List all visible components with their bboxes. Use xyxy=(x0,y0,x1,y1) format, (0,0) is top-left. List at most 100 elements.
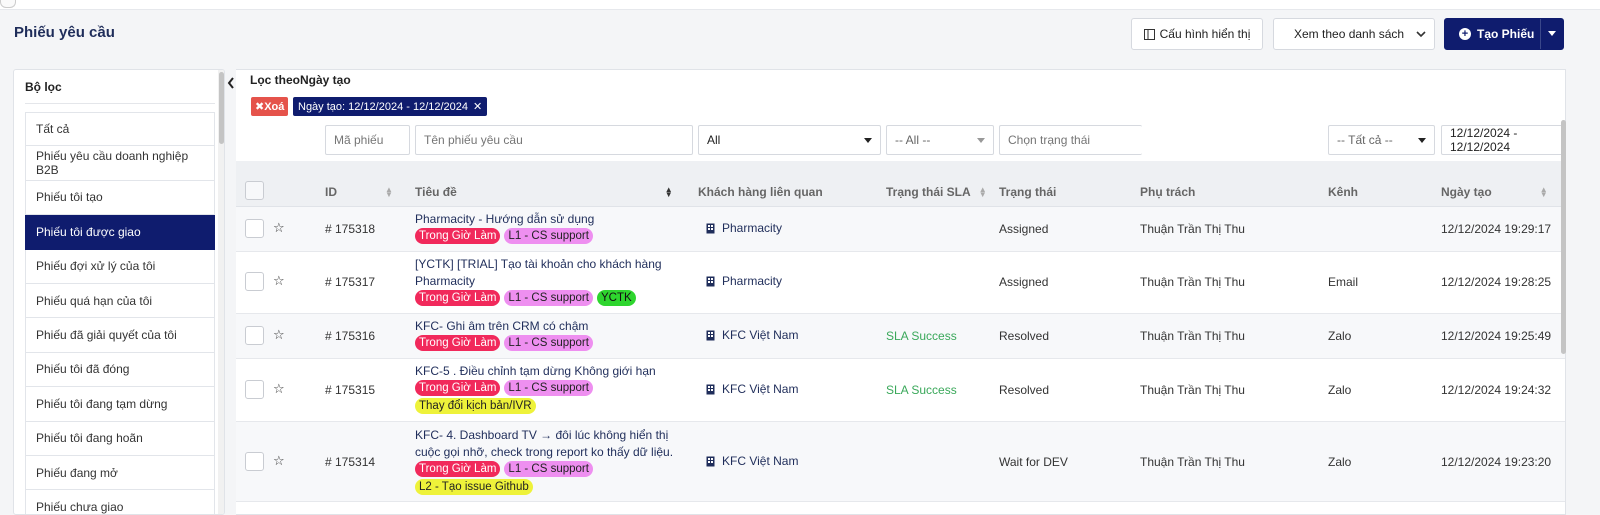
sort-icon[interactable]: ▲ ▼ xyxy=(1540,186,1548,199)
tag-badge: Trong Giờ Làm xyxy=(415,461,501,477)
row-checkbox[interactable] xyxy=(245,326,264,345)
customer-name: KFC Việt Nam xyxy=(722,382,799,396)
table-scrollbar-thumb[interactable] xyxy=(1561,120,1566,354)
sidebar-item-created-by-me[interactable]: Phiếu tôi tạo xyxy=(25,180,215,216)
ticket-id: # 175316 xyxy=(325,329,376,343)
window-corner xyxy=(0,0,16,8)
sidebar-item-paused[interactable]: Phiếu tôi đang tạm dừng xyxy=(25,387,215,422)
tag-badge: L1 - CS support xyxy=(504,228,593,244)
date-range-filter[interactable]: 12/12/2024 - 12/12/2024 xyxy=(1441,125,1565,155)
column-header-created[interactable]: Ngày tạo ▲ ▼ xyxy=(1441,185,1548,199)
ticket-id: # 175315 xyxy=(325,383,376,397)
table-row[interactable]: ☆ # 175317 [YCTK] [TRIAL] Tạo tài khoản … xyxy=(236,252,1565,314)
tag-badge: Trong Giờ Làm xyxy=(415,228,501,244)
table-header: ID ▲ ▼ Tiêu đề ▲ ▼ Khách hàng liên quan Trạn… xyxy=(236,161,1565,207)
page-title: Phiếu yêu cầu xyxy=(14,24,115,41)
sort-icon[interactable]: ▲ ▼ xyxy=(979,186,987,199)
tag-badge: L1 - CS support xyxy=(504,335,593,351)
ticket-tags: Trong Giờ Làm L1 - CS support L2 - Tạo i… xyxy=(415,461,615,495)
ticket-title-link[interactable]: [YCTK] [TRIAL] Tạo tài khoản cho khách h… xyxy=(415,256,695,290)
sidebar-item-resolved[interactable]: Phiếu đã giải quyết của tôi xyxy=(25,318,215,353)
tag-badge: L1 - CS support xyxy=(504,461,593,477)
date-range-value: 12/12/2024 - 12/12/2024 xyxy=(1450,126,1518,154)
ticket-title-filter[interactable] xyxy=(415,125,693,155)
ticket-channel: Zalo xyxy=(1328,383,1352,397)
ticket-assignee: Thuận Trần Thị Thu xyxy=(1140,329,1245,343)
ticket-title-link[interactable]: Pharmacity - Hướng dẫn sử dụng xyxy=(415,211,695,228)
sla-status: SLA Success xyxy=(886,329,957,343)
channel-filter-select[interactable]: -- Tất cả -- xyxy=(1328,125,1435,155)
table-row[interactable]: ☆ # 175316 KFC- Ghi âm trên CRM có chậm … xyxy=(236,314,1565,359)
column-header-title[interactable]: Tiêu đề ▲ ▼ xyxy=(415,185,673,199)
sidebar-item-closed[interactable]: Phiếu tôi đã đóng xyxy=(25,352,215,388)
ticket-title-cell: KFC-5 . Điều chỉnh tạm dừng Không giới h… xyxy=(415,363,695,414)
column-header-sla[interactable]: Trạng thái SLA ▲ ▼ xyxy=(886,185,987,199)
view-mode-select[interactable]: Xem theo danh sách xyxy=(1273,18,1435,50)
star-icon[interactable]: ☆ xyxy=(273,273,285,289)
table-row[interactable]: ☆ # 175315 KFC-5 . Điều chỉnh tạm dừng K… xyxy=(236,359,1565,422)
sidebar-item-pending[interactable]: Phiếu đợi xử lý của tôi xyxy=(25,249,215,284)
ticket-status: Resolved xyxy=(999,383,1050,397)
sidebar-item-assigned-to-me[interactable]: Phiếu tôi được giao xyxy=(25,215,215,250)
customer-link[interactable]: KFC Việt Nam xyxy=(706,454,798,468)
tag-badge: L1 - CS support xyxy=(504,290,593,306)
dropdown-caret-icon xyxy=(977,137,985,143)
sidebar-item-b2b[interactable]: Phiếu yêu cầu doanh nghiệp B2B xyxy=(25,146,215,181)
ticket-created-date: 12/12/2024 19:28:25 xyxy=(1441,275,1552,289)
ticket-tags: Trong Giờ Làm L1 - CS support Thay đổi k… xyxy=(415,380,615,414)
sla-filter-select[interactable]: -- All -- xyxy=(886,125,994,155)
close-icon: ✖ xyxy=(255,101,265,113)
chevron-down-icon xyxy=(1416,30,1426,37)
sidebar-item-all[interactable]: Tất cả xyxy=(25,112,215,147)
filter-by-prefix: Lọc theo xyxy=(250,73,300,87)
star-icon[interactable]: ☆ xyxy=(273,220,285,236)
tag-badge: Thay đổi kịch bản/IVR xyxy=(415,398,536,414)
sidebar-scrollbar-thumb[interactable] xyxy=(219,72,224,144)
select-all-checkbox[interactable] xyxy=(245,181,264,200)
display-config-button[interactable]: Cấu hình hiển thị xyxy=(1131,18,1263,50)
sla-status: SLA Success xyxy=(886,383,957,397)
create-ticket-button[interactable]: + Tạo Phiếu xyxy=(1444,18,1564,50)
customer-link[interactable]: Pharmacity xyxy=(706,221,782,235)
ticket-channel: Zalo xyxy=(1328,329,1352,343)
ticket-assignee: Thuận Trần Thị Thu xyxy=(1140,275,1245,289)
row-checkbox[interactable] xyxy=(245,219,264,238)
ticket-title-link[interactable]: KFC- 4. Dashboard TV → đôi lúc không hiể… xyxy=(415,427,695,461)
sidebar-item-unassigned[interactable]: Phiếu chưa giao xyxy=(25,490,215,514)
ticket-title-link[interactable]: KFC-5 . Điều chỉnh tạm dừng Không giới h… xyxy=(415,363,695,380)
star-icon[interactable]: ☆ xyxy=(273,453,285,469)
customer-link[interactable]: Pharmacity xyxy=(706,274,782,288)
column-header-id[interactable]: ID ▲ ▼ xyxy=(325,185,393,199)
sidebar-item-overdue[interactable]: Phiếu quá hạn của tôi xyxy=(25,283,215,319)
customer-name: Pharmacity xyxy=(722,274,783,288)
table-row[interactable]: ☆ # 175314 KFC- 4. Dashboard TV → đôi lú… xyxy=(236,422,1565,502)
star-icon[interactable]: ☆ xyxy=(273,327,285,343)
ticket-created-date: 12/12/2024 19:25:49 xyxy=(1441,329,1552,343)
customer-link[interactable]: KFC Việt Nam xyxy=(706,382,798,396)
ticket-id: # 175318 xyxy=(325,222,376,236)
column-status-label: Trạng thái xyxy=(999,185,1057,199)
ticket-channel: Email xyxy=(1328,275,1359,289)
sidebar-item-open[interactable]: Phiếu đang mở xyxy=(25,455,215,491)
dropdown-caret-icon[interactable] xyxy=(1548,31,1556,36)
row-checkbox[interactable] xyxy=(245,380,264,399)
table-row[interactable]: ☆ # 175318 Pharmacity - Hướng dẫn sử dụn… xyxy=(236,207,1565,252)
customer-filter-select[interactable]: All xyxy=(698,125,881,155)
dropdown-caret-icon xyxy=(864,137,872,143)
sort-icon[interactable]: ▲ ▼ xyxy=(385,186,393,199)
sidebar-item-deferred[interactable]: Phiếu tôi đang hoãn xyxy=(25,421,215,456)
row-checkbox[interactable] xyxy=(245,272,264,291)
ticket-title-link[interactable]: KFC- Ghi âm trên CRM có chậm xyxy=(415,318,695,335)
tag-badge: Trong Giờ Làm xyxy=(415,380,501,396)
column-header-assignee: Phụ trách xyxy=(1140,185,1195,199)
remove-filter-icon[interactable]: ✕ xyxy=(473,100,482,113)
building-icon xyxy=(706,276,715,286)
ticket-id-filter[interactable] xyxy=(325,125,410,155)
star-icon[interactable]: ☆ xyxy=(273,381,285,397)
status-filter[interactable] xyxy=(999,125,1142,155)
customer-link[interactable]: KFC Việt Nam xyxy=(706,328,798,342)
clear-filters-chip[interactable]: ✖ Xoá xyxy=(251,97,289,116)
sort-icon[interactable]: ▲ ▼ xyxy=(665,186,673,199)
building-icon xyxy=(706,223,715,233)
row-checkbox[interactable] xyxy=(245,452,264,471)
